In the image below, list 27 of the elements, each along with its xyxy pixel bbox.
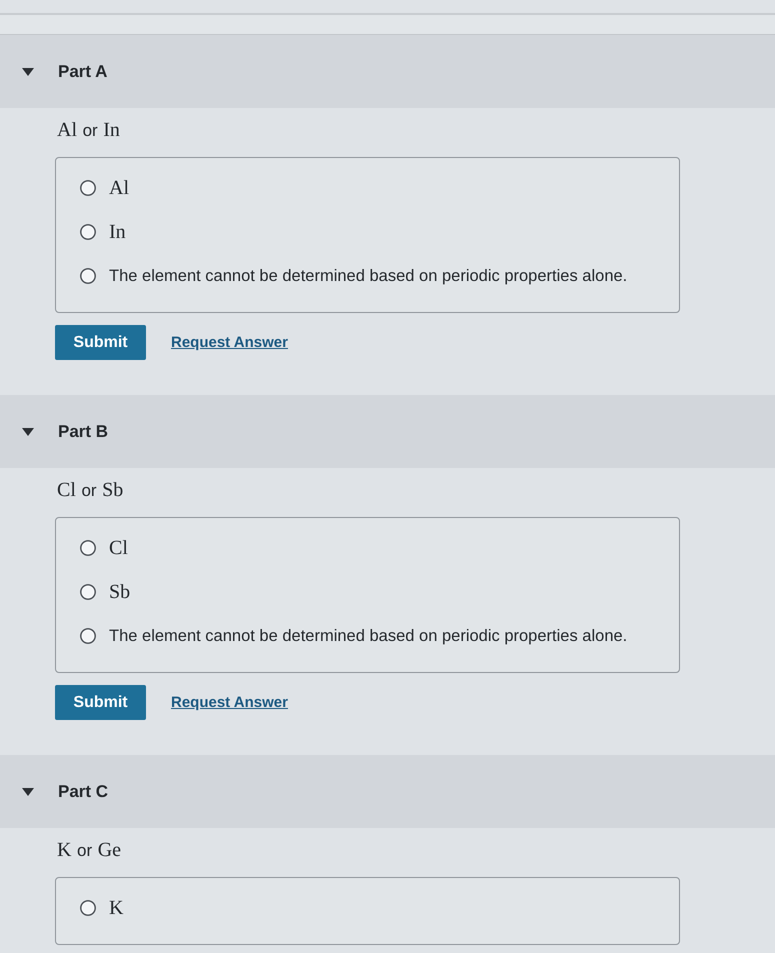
submit-button[interactable]: Submit [55,325,146,360]
option-label[interactable]: The element cannot be determined based on periodic properties alone. [109,266,628,286]
option-label[interactable]: K [109,896,124,920]
option-label[interactable]: Cl [109,536,128,560]
option-label[interactable]: Al [109,176,129,200]
request-answer-link[interactable]: Request Answer [171,694,288,711]
option-label[interactable]: Sb [109,580,130,604]
radio-button[interactable] [80,900,96,916]
caret-down-icon[interactable] [22,788,34,796]
radio-button[interactable] [80,180,96,196]
question-prompt: Cl or Sb [57,478,124,503]
part-title[interactable]: Part C [58,782,108,802]
radio-button[interactable] [80,268,96,284]
part-title[interactable]: Part A [58,62,108,82]
radio-button[interactable] [80,628,96,644]
request-answer-link[interactable]: Request Answer [171,334,288,351]
radio-button[interactable] [80,584,96,600]
question-prompt: K or Ge [57,838,122,863]
submit-button[interactable]: Submit [55,685,146,720]
radio-button[interactable] [80,224,96,240]
caret-down-icon[interactable] [22,428,34,436]
option-label[interactable]: In [109,220,126,244]
question-prompt: Al or In [57,118,120,143]
part-title[interactable]: Part B [58,422,108,442]
radio-button[interactable] [80,540,96,556]
option-label[interactable]: The element cannot be determined based on periodic properties alone. [109,626,628,646]
caret-down-icon[interactable] [22,68,34,76]
